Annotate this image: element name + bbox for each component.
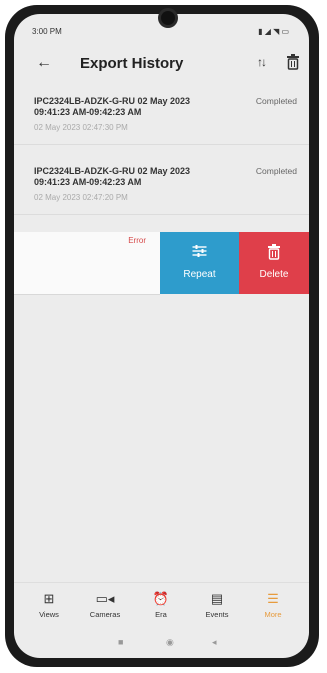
swiped-list-item[interactable]: Error Repeat Delete — [14, 232, 309, 295]
sliders-icon — [192, 245, 207, 257]
nav-events[interactable]: ▤ Events — [190, 591, 244, 619]
divider — [14, 144, 309, 145]
item-name: IPC2324LB-ADZK-G-RU 02 May 2023 09:41:23… — [34, 166, 191, 187]
back-icon[interactable]: ◂ — [212, 637, 217, 648]
phone-frame: 3:00 PM ▮ ◢ ◥ ▭ ← Export History ↑↓ IPC2… — [0, 0, 327, 673]
events-icon: ▤ — [210, 591, 224, 606]
trash-icon[interactable] — [286, 54, 300, 70]
nav-label: Views — [39, 610, 59, 619]
item-time: 02 May 2023 02:47:30 PM — [34, 123, 128, 132]
repeat-label: Repeat — [183, 269, 216, 280]
recents-icon[interactable]: ■ — [118, 637, 123, 647]
item-time: 02 May 2023 02:47:20 PM — [34, 193, 128, 202]
screen: 3:00 PM ▮ ◢ ◥ ▭ ← Export History ↑↓ IPC2… — [14, 14, 309, 658]
list-item[interactable]: IPC2324LB-ADZK-G-RU 02 May 2023 09:41:23… — [14, 166, 309, 226]
back-arrow-icon[interactable]: ← — [36, 54, 52, 72]
bottom-navigation: ⊞ Views ▭◂ Cameras ⏰ Era ▤ Events ☰ More — [14, 582, 309, 633]
nav-label: Era — [155, 610, 167, 619]
swiped-item-content[interactable]: Error — [14, 232, 160, 295]
item-status: Completed — [255, 166, 297, 176]
nav-cameras[interactable]: ▭◂ Cameras — [78, 591, 132, 619]
repeat-button[interactable]: Repeat — [160, 232, 239, 294]
nav-label: Cameras — [89, 610, 121, 619]
front-camera — [161, 11, 175, 25]
system-navigation: ■ ◉ ◂ — [14, 632, 309, 658]
nav-label: More — [264, 610, 282, 619]
home-icon[interactable]: ◉ — [166, 637, 174, 648]
item-status: Completed — [255, 96, 297, 106]
delete-label: Delete — [259, 269, 289, 280]
nav-more[interactable]: ☰ More — [246, 591, 300, 619]
item-status-error: Error — [128, 236, 146, 245]
delete-button[interactable]: Delete — [239, 232, 309, 294]
nav-label: Events — [205, 610, 229, 619]
status-time: 3:00 PM — [32, 27, 62, 36]
trash-icon — [268, 244, 280, 260]
nav-views[interactable]: ⊞ Views — [22, 591, 76, 619]
page-title: Export History — [80, 55, 184, 72]
camera-icon: ▭◂ — [95, 591, 115, 606]
sort-icon[interactable]: ↑↓ — [257, 55, 267, 69]
menu-icon: ☰ — [267, 591, 279, 606]
app-bar: ← Export History ↑↓ — [14, 44, 309, 84]
divider — [14, 214, 309, 215]
status-icons: ▮ ◢ ◥ ▭ — [258, 27, 289, 36]
list-item[interactable]: IPC2324LB-ADZK-G-RU 02 May 2023 09:41:23… — [14, 96, 309, 156]
item-name: IPC2324LB-ADZK-G-RU 02 May 2023 09:41:23… — [34, 96, 191, 117]
nav-era[interactable]: ⏰ Era — [134, 591, 188, 619]
grid-icon: ⊞ — [43, 591, 55, 606]
alarm-clock-icon: ⏰ — [152, 591, 170, 606]
